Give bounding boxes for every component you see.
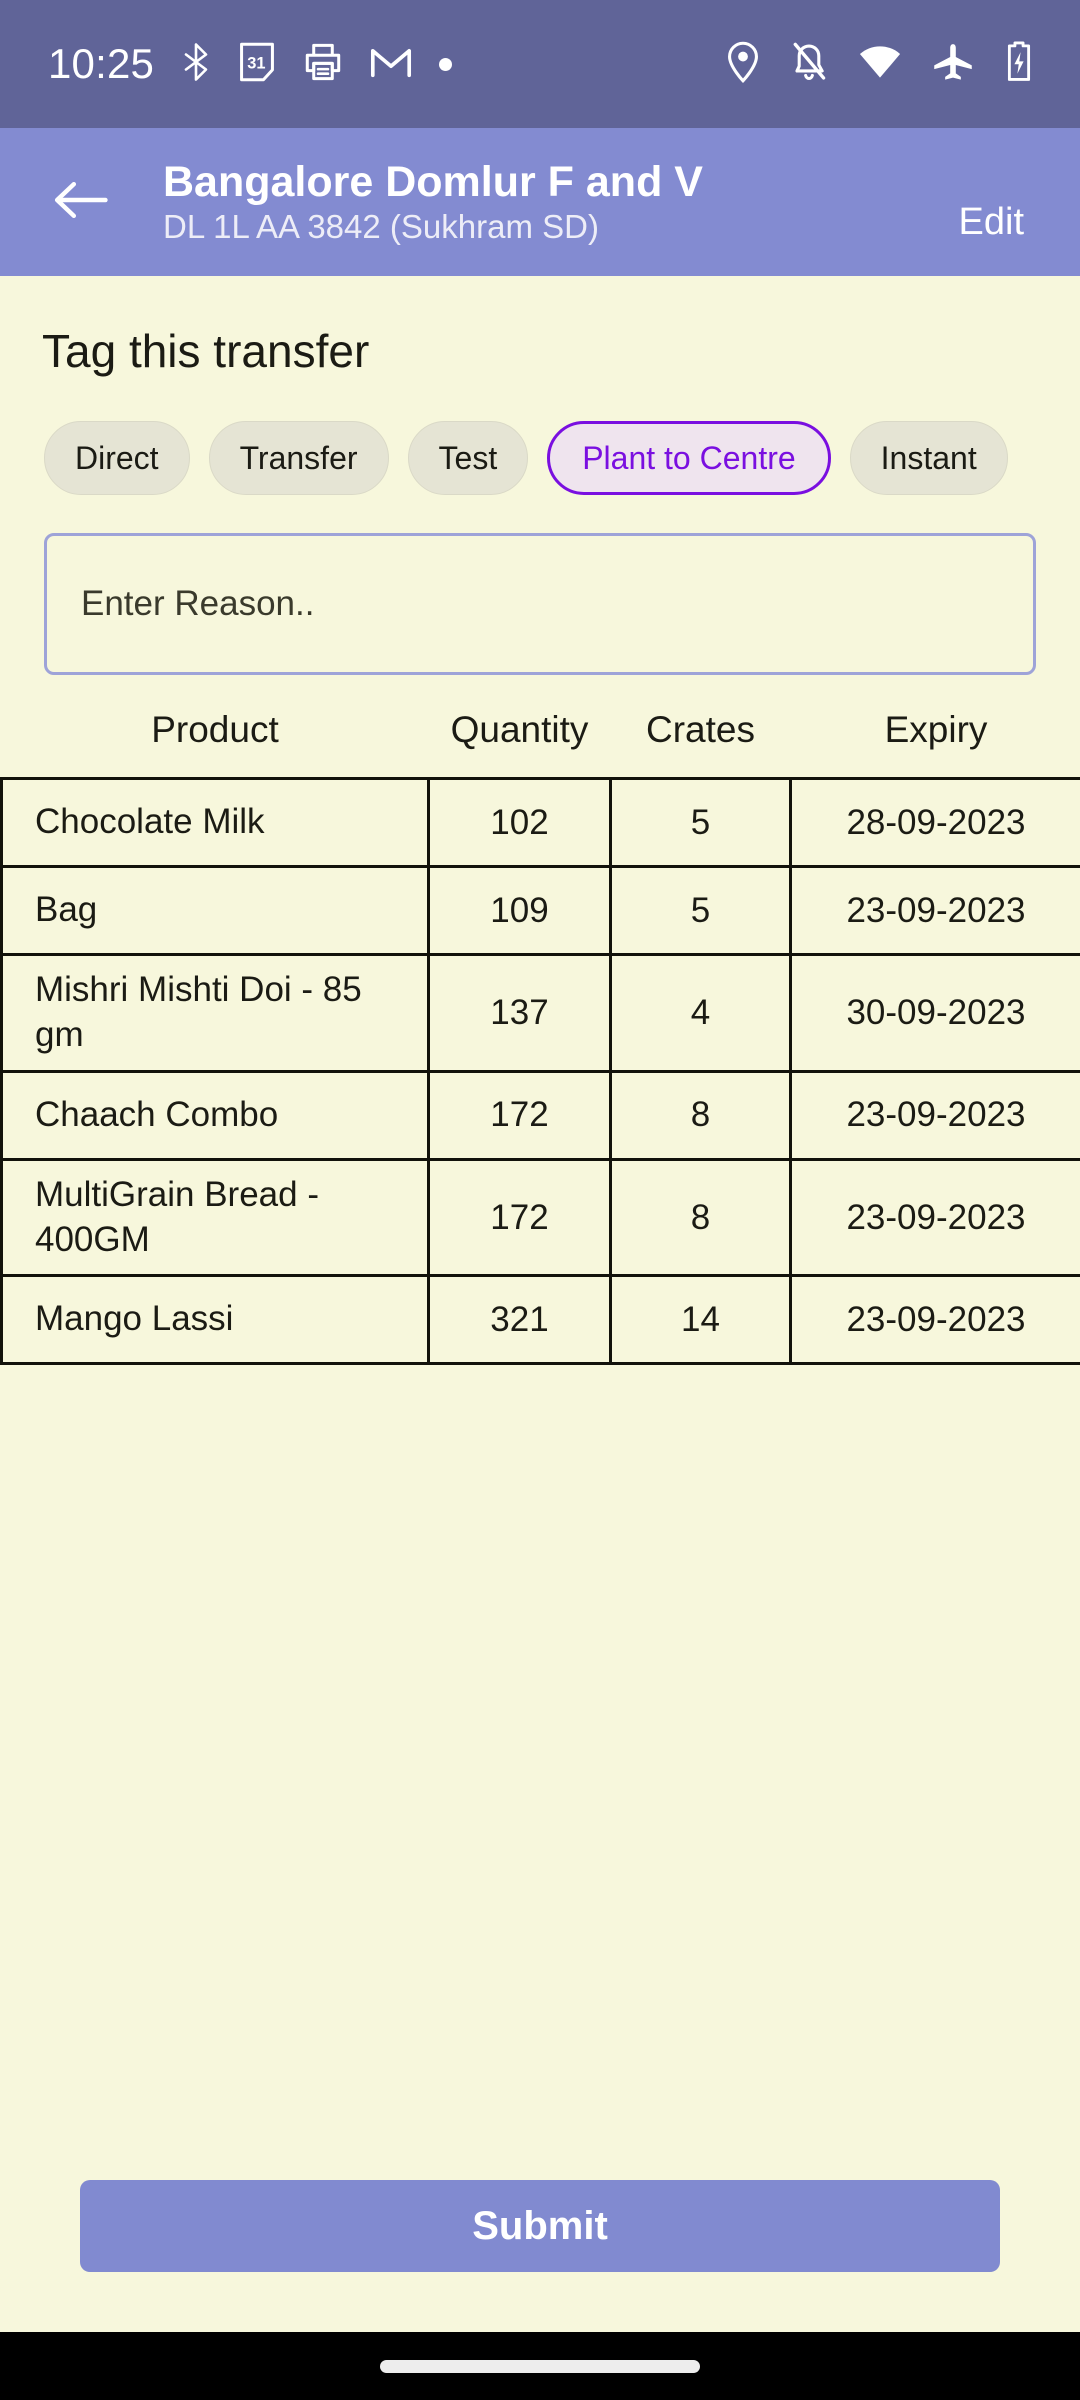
table-row[interactable]: Mishri Mishti Doi - 85 gm 137 4 30-09-20…	[0, 953, 1080, 1073]
battery-charging-icon	[1004, 40, 1034, 88]
cell-crates: 4	[609, 953, 792, 1073]
location-icon	[726, 41, 760, 88]
cell-crates: 8	[609, 1069, 792, 1161]
cell-quantity: 102	[427, 777, 612, 869]
table-row[interactable]: Mango Lassi 321 14 23-09-2023	[0, 1274, 1080, 1366]
cell-product: Chocolate Milk	[0, 777, 430, 869]
cell-expiry: 23-09-2023	[789, 865, 1080, 957]
airplane-mode-icon	[932, 42, 974, 87]
page-title: Bangalore Domlur F and V	[163, 157, 703, 206]
bluetooth-icon	[181, 41, 211, 88]
submit-button[interactable]: Submit	[80, 2180, 1000, 2272]
gmail-icon	[370, 44, 412, 85]
app-bar-titles: Bangalore Domlur F and V DL 1L AA 3842 (…	[118, 158, 937, 246]
back-button[interactable]	[44, 165, 118, 239]
printer-icon	[303, 42, 343, 87]
cell-crates: 5	[609, 777, 792, 869]
cell-expiry: 30-09-2023	[789, 953, 1080, 1073]
table-header: Product Quantity Crates Expiry	[1, 703, 1080, 779]
column-header-product: Product	[1, 703, 429, 779]
table-row[interactable]: Chocolate Milk 102 5 28-09-2023	[0, 777, 1080, 869]
status-bar: 10:25 31	[0, 0, 1080, 128]
chip-plant-to-centre[interactable]: Plant to Centre	[547, 421, 831, 496]
system-navigation-bar	[0, 2332, 1080, 2400]
arrow-left-icon	[52, 177, 110, 228]
chip-transfer[interactable]: Transfer	[208, 421, 389, 496]
table-header-row: Product Quantity Crates Expiry	[1, 703, 1080, 779]
home-indicator[interactable]	[380, 2359, 700, 2373]
cell-expiry: 23-09-2023	[789, 1157, 1080, 1278]
cell-expiry: 23-09-2023	[789, 1069, 1080, 1161]
table-row[interactable]: Chaach Combo 172 8 23-09-2023	[0, 1069, 1080, 1161]
tag-chip-row: Direct Transfer Test Plant to Centre Ins…	[0, 379, 1080, 496]
app-bar: Bangalore Domlur F and V DL 1L AA 3842 (…	[0, 128, 1080, 276]
cell-expiry: 23-09-2023	[789, 1274, 1080, 1366]
reason-field-wrapper	[0, 495, 1080, 676]
cell-quantity: 137	[427, 953, 612, 1073]
cell-crates: 14	[609, 1274, 792, 1366]
products-table: Product Quantity Crates Expiry Chocolate…	[0, 703, 1080, 1366]
cell-product: Mango Lassi	[0, 1274, 430, 1366]
column-header-crates: Crates	[610, 703, 791, 779]
reason-input[interactable]	[44, 533, 1036, 676]
cell-quantity: 321	[427, 1274, 612, 1366]
cell-product: Bag	[0, 865, 430, 957]
table-row[interactable]: MultiGrain Bread - 400GM 172 8 23-09-202…	[0, 1157, 1080, 1278]
cell-product: Mishri Mishti Doi - 85 gm	[0, 953, 430, 1073]
wifi-icon	[858, 44, 902, 85]
calendar-icon: 31	[238, 42, 276, 87]
edit-button[interactable]: Edit	[937, 187, 1046, 254]
cell-quantity: 172	[427, 1157, 612, 1278]
status-clock: 10:25	[48, 40, 155, 87]
products-table-wrapper: Product Quantity Crates Expiry Chocolate…	[0, 675, 1080, 1366]
cell-crates: 8	[609, 1157, 792, 1278]
main-content: Tag this transfer Direct Transfer Test P…	[0, 276, 1080, 2332]
table-body: Chocolate Milk 102 5 28-09-2023 Bag 109 …	[0, 777, 1080, 1366]
chip-test[interactable]: Test	[407, 421, 529, 496]
chip-direct[interactable]: Direct	[44, 421, 190, 496]
dot-icon	[439, 57, 453, 71]
section-title: Tag this transfer	[42, 325, 370, 377]
submit-area: Submit	[0, 2180, 1080, 2332]
chip-instant[interactable]: Instant	[849, 421, 1008, 496]
cell-expiry: 28-09-2023	[789, 777, 1080, 869]
svg-text:31: 31	[247, 54, 265, 72]
notifications-off-icon	[790, 41, 828, 88]
table-row[interactable]: Bag 109 5 23-09-2023	[0, 865, 1080, 957]
phone-screen: 10:25 31 Bangalore Domlur F and V DL 1L …	[0, 0, 1080, 2400]
cell-crates: 5	[609, 865, 792, 957]
cell-product: Chaach Combo	[0, 1069, 430, 1161]
cell-quantity: 109	[427, 865, 612, 957]
cell-quantity: 172	[427, 1069, 612, 1161]
page-subtitle: DL 1L AA 3842 (Sukhram SD)	[163, 208, 599, 246]
status-bar-left: 10:25 31	[48, 40, 453, 88]
cell-product: MultiGrain Bread - 400GM	[0, 1157, 430, 1278]
column-header-quantity: Quantity	[428, 703, 611, 779]
column-header-expiry: Expiry	[790, 703, 1080, 779]
status-bar-right	[726, 40, 1034, 88]
